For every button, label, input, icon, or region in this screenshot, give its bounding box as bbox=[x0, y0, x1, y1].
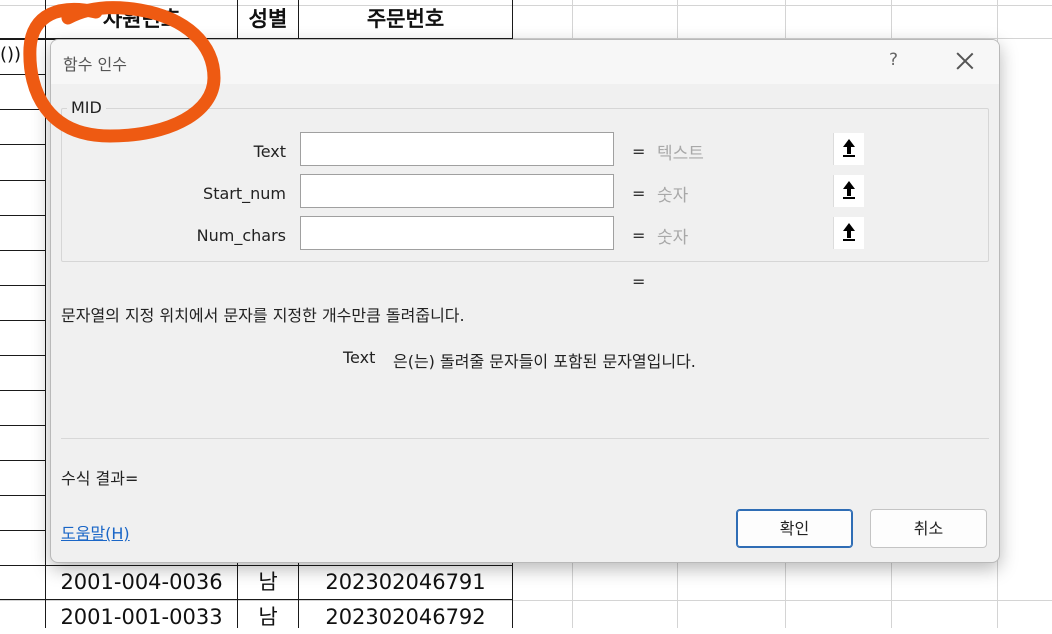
arg-input-num-chars[interactable] bbox=[300, 216, 864, 250]
cell-employee-no[interactable]: 2001-001-0033 bbox=[46, 600, 237, 634]
cell-order-no[interactable]: 202302046791 bbox=[299, 565, 512, 599]
table-border bbox=[0, 425, 46, 426]
function-result-equals: = bbox=[632, 272, 646, 291]
arg-equals: = bbox=[632, 142, 646, 161]
dialog-titlebar[interactable]: 함수 인수 ? bbox=[51, 40, 999, 84]
table-border bbox=[0, 355, 46, 356]
table-border bbox=[0, 180, 46, 181]
table-border bbox=[0, 460, 46, 461]
arg-input-start-num[interactable] bbox=[300, 174, 864, 208]
arg-label-start-num: Start_num bbox=[203, 184, 286, 203]
function-arguments-dialog: 함수 인수 ? MID Text = 텍스트 Start_num = 숫자 Nu… bbox=[50, 39, 1000, 563]
collapse-dialog-button[interactable] bbox=[833, 217, 864, 249]
ok-button[interactable]: 확인 bbox=[736, 509, 853, 548]
cancel-button[interactable]: 취소 bbox=[870, 509, 987, 548]
cell-employee-no[interactable]: 2001-004-0036 bbox=[46, 565, 237, 599]
dialog-title: 함수 인수 bbox=[63, 55, 127, 74]
table-border bbox=[0, 285, 46, 286]
upload-arrow-icon bbox=[843, 223, 855, 241]
arg-equals: = bbox=[632, 226, 646, 245]
table-border bbox=[0, 320, 46, 321]
cell-gender[interactable]: 남 bbox=[238, 565, 298, 599]
table-border bbox=[45, 0, 46, 628]
collapse-dialog-button[interactable] bbox=[833, 133, 864, 165]
table-border bbox=[0, 530, 46, 531]
arg-input-text[interactable] bbox=[300, 132, 864, 166]
header-employee-no[interactable]: 사원번호 bbox=[46, 2, 237, 36]
arg-result-start-num: 숫자 bbox=[657, 186, 689, 206]
help-icon[interactable]: ? bbox=[889, 50, 903, 70]
table-border bbox=[0, 144, 46, 145]
close-icon[interactable] bbox=[956, 52, 974, 70]
table-border bbox=[0, 74, 46, 75]
arg-equals: = bbox=[632, 184, 646, 203]
arg-label-num-chars: Num_chars bbox=[196, 226, 286, 245]
header-order-no[interactable]: 주문번호 bbox=[299, 2, 512, 36]
upload-arrow-icon bbox=[843, 139, 855, 157]
formula-result: 수식 결과= bbox=[61, 469, 139, 488]
help-link[interactable]: 도움말(H) bbox=[61, 520, 130, 544]
table-border bbox=[0, 250, 46, 251]
table-border bbox=[0, 495, 46, 496]
argument-help-text: 은(는) 돌려줄 문자들이 포함된 문자열입니다. bbox=[393, 352, 696, 371]
cell-order-no[interactable]: 202302046792 bbox=[299, 600, 512, 634]
cell-gender[interactable]: 남 bbox=[238, 600, 298, 634]
function-name: MID bbox=[67, 98, 106, 117]
cell-fragment[interactable]: ()) bbox=[0, 44, 21, 65]
arg-result-text: 텍스트 bbox=[657, 144, 704, 164]
function-description: 문자열의 지정 위치에서 문자를 지정한 개수만큼 돌려줍니다. bbox=[61, 306, 465, 325]
table-border bbox=[0, 390, 46, 391]
collapse-dialog-button[interactable] bbox=[833, 175, 864, 207]
table-border bbox=[0, 215, 46, 216]
arg-result-num-chars: 숫자 bbox=[657, 228, 689, 248]
header-gender[interactable]: 성별 bbox=[238, 2, 298, 36]
table-border bbox=[0, 109, 46, 110]
divider bbox=[61, 438, 989, 439]
upload-arrow-icon bbox=[843, 181, 855, 199]
arg-label-text: Text bbox=[253, 142, 286, 161]
argument-help-name: Text bbox=[343, 348, 376, 367]
